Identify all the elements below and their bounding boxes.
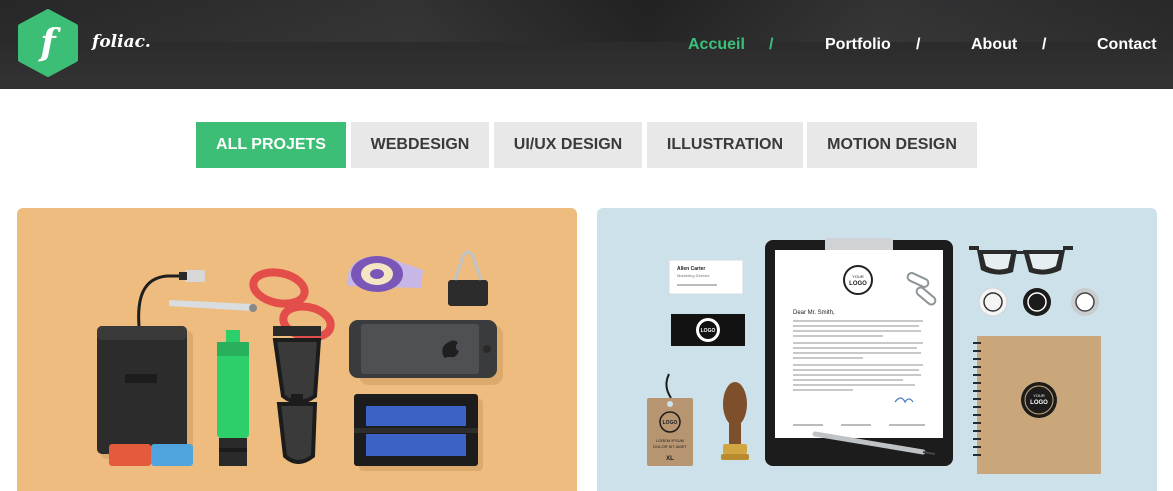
highlighter-icon: [217, 330, 249, 466]
notebook-icon: YOUR LOGO: [973, 336, 1101, 474]
hexagon-logo-icon: f: [18, 9, 78, 77]
svg-text:LOGO: LOGO: [701, 328, 716, 334]
svg-text:LOGO: LOGO: [1030, 400, 1048, 406]
wax-stamp-icon: [721, 382, 749, 460]
nav-item-contact[interactable]: Contact: [1097, 36, 1157, 54]
desk-items-illustration: [97, 250, 503, 471]
nav-item-portfolio[interactable]: Portfolio: [825, 36, 891, 54]
svg-text:YOUR: YOUR: [852, 274, 864, 279]
site-header: f foliac. Accueil / Portfolio / About / …: [0, 0, 1173, 89]
tape-dispenser-icon: [346, 256, 423, 292]
pin-buttons-icon: [978, 287, 1099, 317]
smartphone-icon: [349, 320, 497, 378]
portfolio-card-desk-items[interactable]: [17, 208, 577, 491]
battery-pack-icon: [354, 394, 478, 466]
branding-mockup-illustration: Allen Carter Marketing Director LOGO YOU…: [647, 238, 1101, 474]
svg-text:LOGO: LOGO: [663, 420, 678, 426]
clipboard-icon: YOUR LOGO Dear Mr. Smith,: [765, 238, 953, 466]
svg-text:XL: XL: [666, 456, 674, 462]
sunglasses-icon: [272, 326, 322, 464]
binder-clip-icon: [448, 250, 488, 306]
nav-separator: /: [1042, 36, 1047, 53]
svg-text:Marketing Director: Marketing Director: [677, 273, 710, 278]
filter-ui-ux-design[interactable]: UI/UX DESIGN: [494, 122, 642, 168]
nav-separator: /: [916, 36, 921, 53]
portfolio-card-branding-mockup[interactable]: Allen Carter Marketing Director LOGO YOU…: [597, 208, 1157, 491]
brand-name[interactable]: foliac.: [92, 32, 151, 52]
filter-illustration[interactable]: ILLUSTRATION: [647, 122, 803, 168]
glasses-icon: [969, 246, 1073, 275]
nav-item-about[interactable]: About: [971, 36, 1017, 54]
filter-all-projets[interactable]: ALL PROJETS: [196, 122, 346, 168]
logo-badge[interactable]: f: [17, 9, 79, 77]
svg-text:Dear Mr. Smith,: Dear Mr. Smith,: [793, 310, 835, 316]
filter-motion-design[interactable]: MOTION DESIGN: [807, 122, 977, 168]
hang-tag-icon: LOGO LOREM IPSUM DOLOR SIT AMET XL: [647, 373, 693, 466]
nav-item-accueil[interactable]: Accueil: [688, 36, 745, 54]
eraser-icon: [109, 444, 193, 466]
svg-text:Allen Carter: Allen Carter: [677, 266, 705, 272]
svg-text:LOREM IPSUM: LOREM IPSUM: [656, 438, 684, 443]
svg-text:DOLOR SIT AMET: DOLOR SIT AMET: [653, 444, 687, 449]
nav-separator: /: [769, 36, 774, 53]
svg-text:LOGO: LOGO: [849, 281, 867, 287]
business-card-icon: Allen Carter Marketing Director LOGO: [668, 259, 745, 346]
svg-text:YOUR: YOUR: [1033, 393, 1045, 398]
filter-webdesign[interactable]: WEBDESIGN: [351, 122, 489, 168]
